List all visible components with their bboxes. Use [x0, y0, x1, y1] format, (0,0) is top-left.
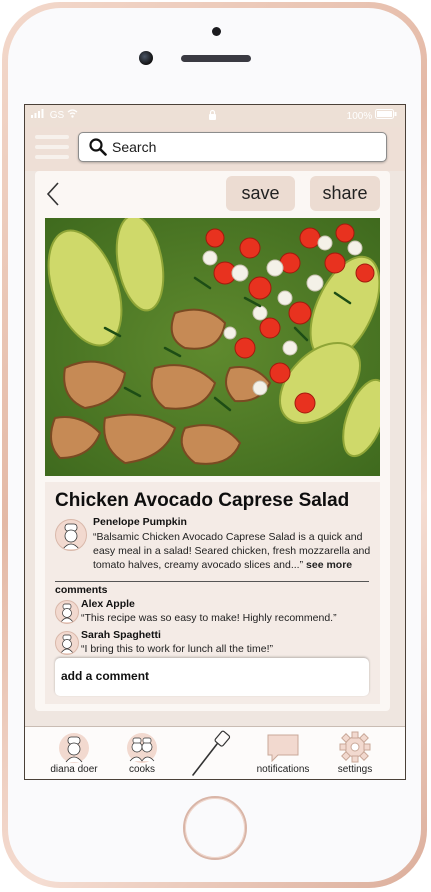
chef-avatar-icon	[62, 523, 80, 550]
save-button[interactable]: save	[226, 176, 295, 211]
chef-avatar-icon	[59, 733, 89, 763]
back-arrow-icon[interactable]	[43, 179, 63, 209]
tab-label: settings	[337, 764, 373, 775]
add-comment-placeholder: add a comment	[61, 669, 150, 683]
see-more-link[interactable]: see more	[306, 559, 352, 571]
battery-percent: 100%	[346, 111, 373, 122]
tab-label: diana doer	[50, 764, 98, 775]
search-placeholder: Search	[112, 139, 157, 155]
speech-bubble-icon	[267, 734, 299, 763]
battery-status: 100%	[347, 109, 397, 122]
recipe-description: “Balsamic Chicken Avocado Caprese Salad …	[93, 530, 373, 572]
carrier-label: GS	[49, 110, 65, 121]
tab-profile[interactable]: diana doer	[43, 727, 105, 779]
recipe-photo	[45, 218, 380, 476]
gear-icon	[339, 731, 371, 763]
tab-label: cooks	[128, 764, 156, 775]
add-comment-input[interactable]: add a comment	[55, 658, 369, 696]
tab-create[interactable]	[187, 727, 237, 779]
comment-text: “This recipe was so easy to make! Highly…	[81, 612, 337, 624]
commenter-avatar[interactable]	[55, 600, 79, 624]
comments-heading: comments	[55, 584, 108, 596]
search-input[interactable]: Search	[78, 132, 387, 162]
status-bar: GS 100%	[25, 105, 405, 127]
lock-icon	[208, 109, 217, 123]
battery-icon	[375, 109, 397, 119]
chef-avatar-icon	[60, 603, 74, 623]
tab-notifications[interactable]: notifications	[247, 727, 319, 779]
front-camera	[139, 51, 153, 65]
author-name[interactable]: Penelope Pumpkin	[93, 516, 187, 528]
tab-label: notifications	[256, 764, 310, 775]
commenter-avatar[interactable]	[55, 631, 79, 655]
wifi-icon	[67, 109, 78, 118]
recipe-details: Chicken Avocado Caprese Salad Penelope P…	[45, 482, 380, 704]
two-chefs-icon	[127, 733, 157, 763]
comment-author[interactable]: Alex Apple	[81, 598, 135, 610]
comment-author[interactable]: Sarah Spaghetti	[81, 629, 161, 641]
tab-settings[interactable]: settings	[327, 727, 383, 779]
app-screen: GS 100% Search save share Chicken Avocad…	[24, 104, 406, 780]
bottom-tab-bar: diana doer cooks notifications settings	[25, 726, 405, 779]
spatula-icon	[192, 730, 231, 776]
signal-icon	[31, 109, 44, 118]
earpiece-speaker	[181, 55, 251, 62]
chef-avatar-icon	[60, 634, 74, 654]
share-button[interactable]: share	[310, 176, 380, 211]
recipe-card: save share Chicken Avocado Caprese Salad…	[35, 171, 390, 711]
tab-cooks[interactable]: cooks	[117, 727, 167, 779]
comment-text: “I bring this to work for lunch all the …	[81, 643, 273, 655]
home-button[interactable]	[183, 796, 247, 860]
carrier-signal: GS	[31, 109, 78, 121]
author-avatar[interactable]	[55, 519, 87, 551]
proximity-sensor	[212, 27, 221, 36]
search-icon	[89, 138, 107, 161]
divider	[55, 581, 369, 582]
menu-icon[interactable]	[35, 135, 69, 163]
app-header: Search	[25, 127, 405, 171]
recipe-title: Chicken Avocado Caprese Salad	[55, 490, 350, 511]
